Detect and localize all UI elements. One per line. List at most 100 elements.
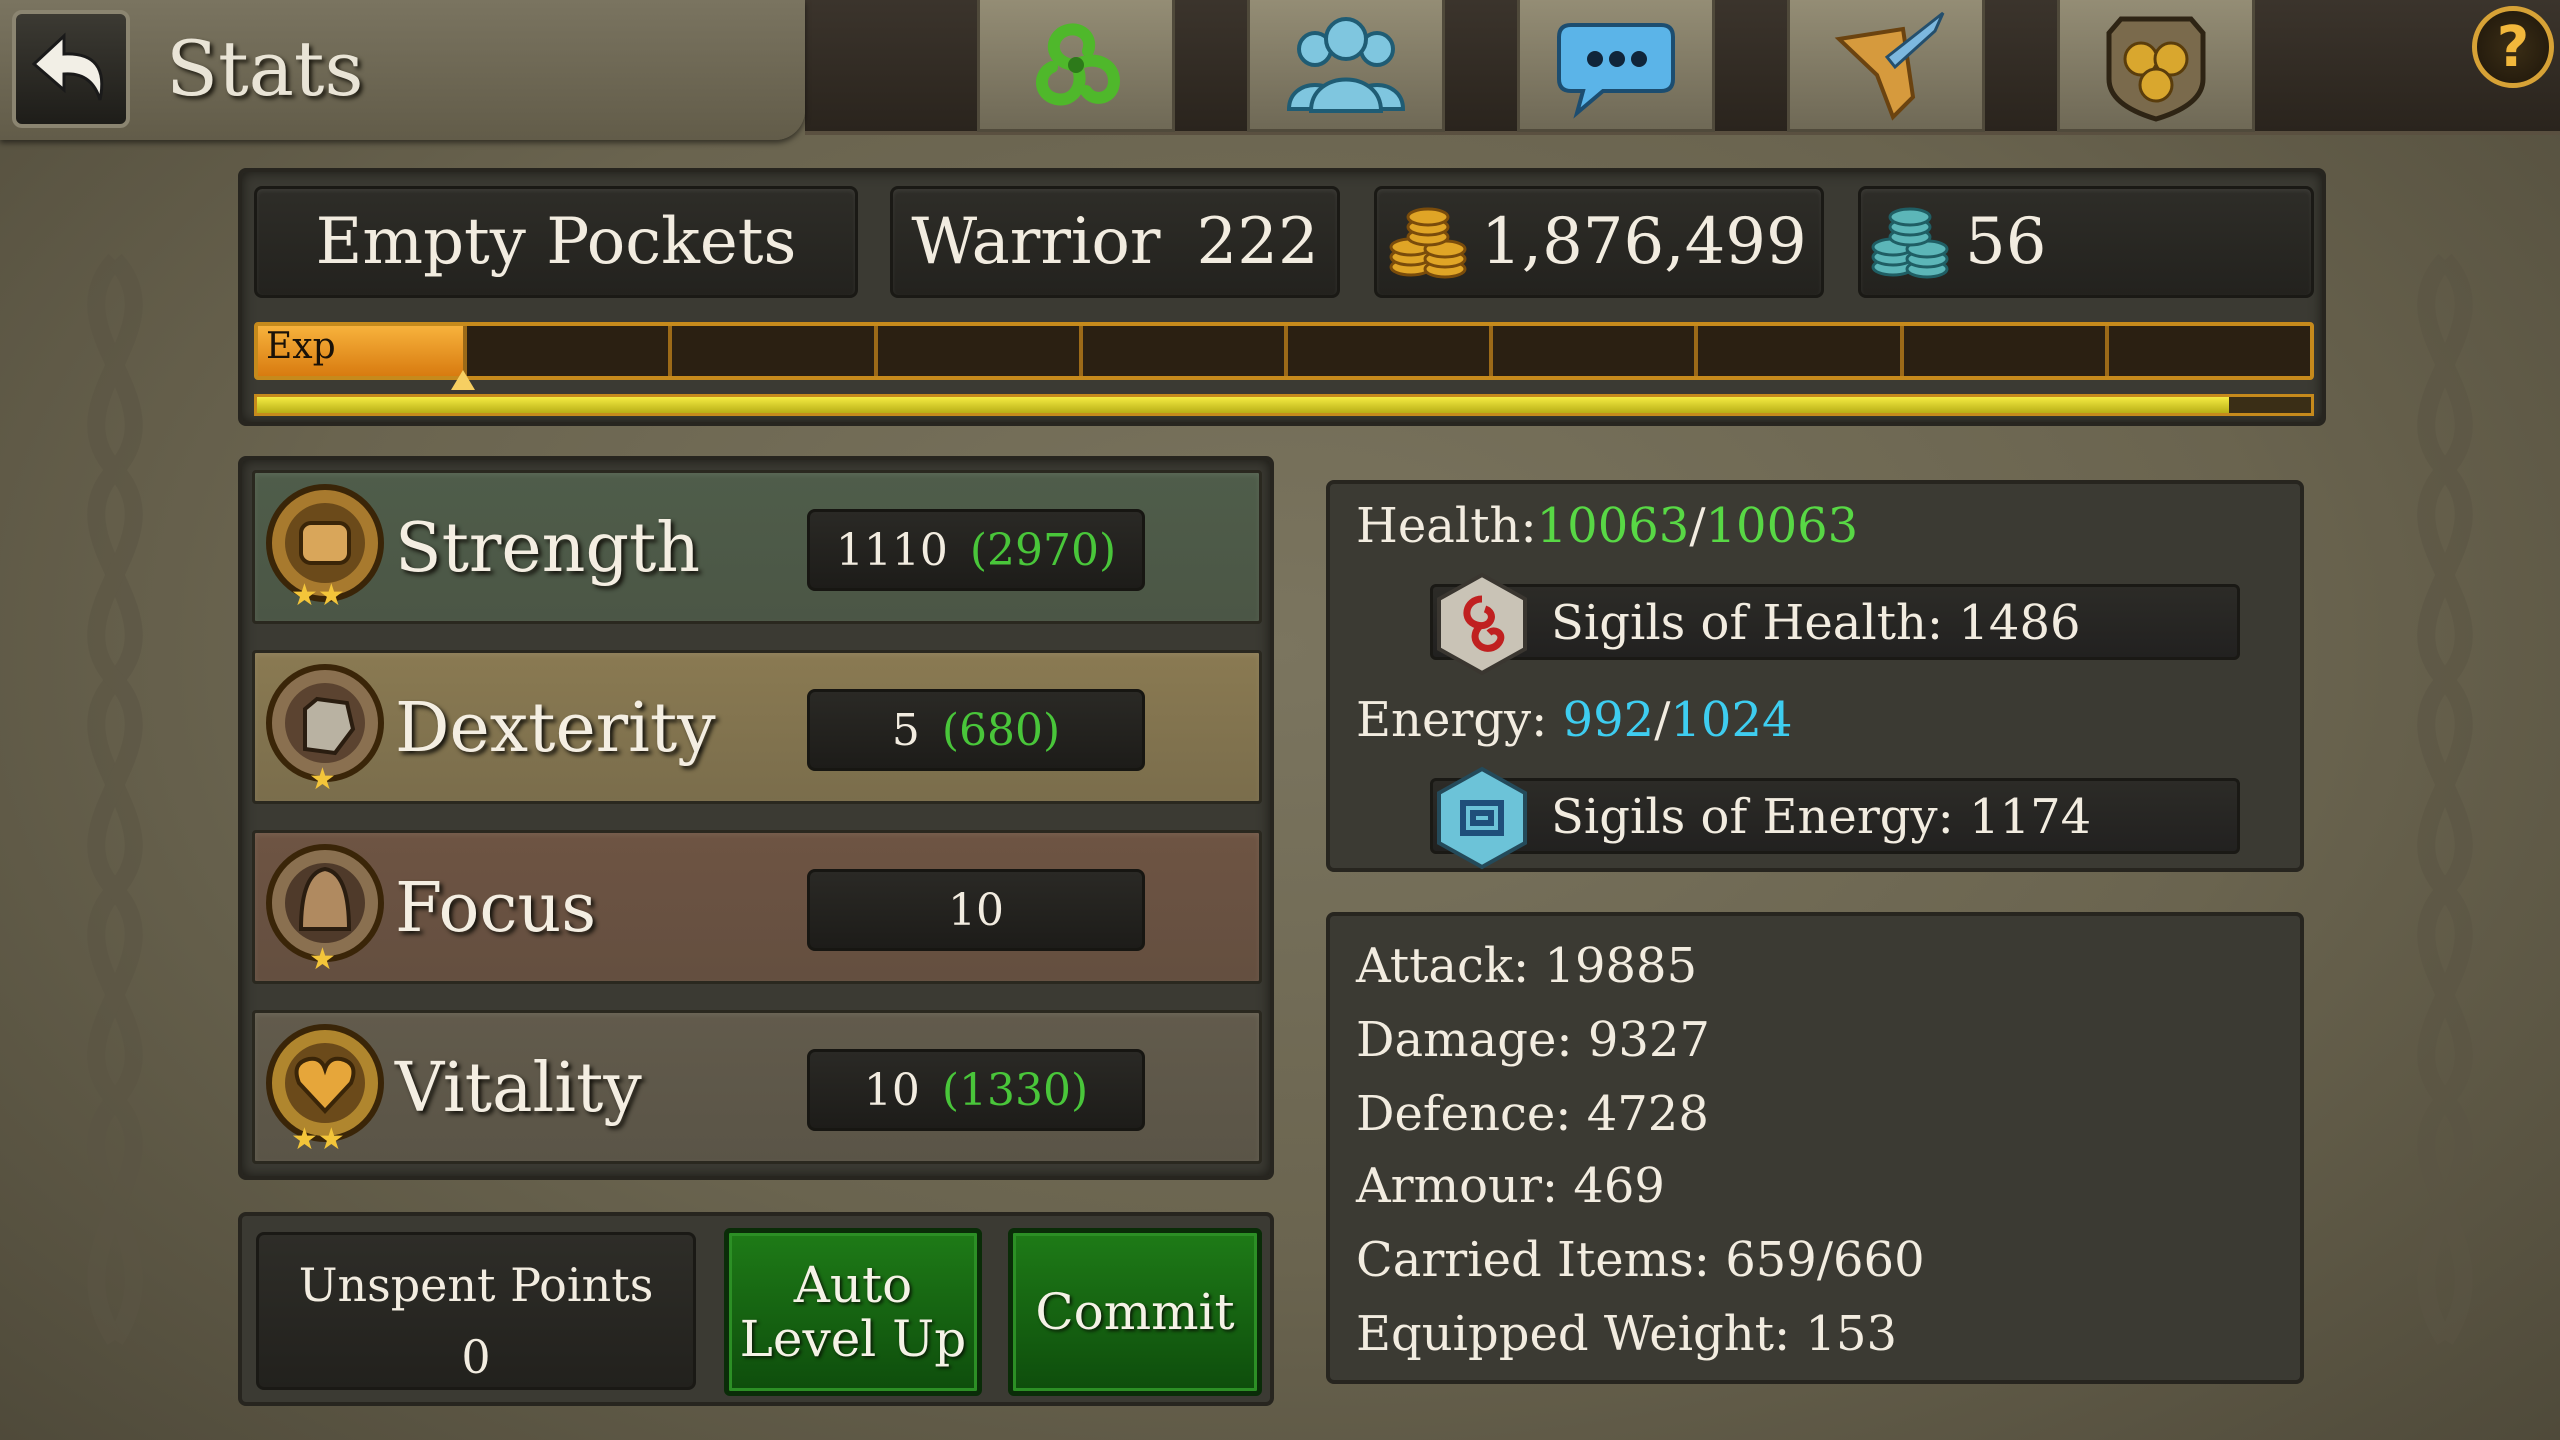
defence-label: Defence: xyxy=(1356,1086,1572,1142)
gold-amount: 1,876,499 xyxy=(1481,205,1807,279)
strength-fist-icon: ★★ xyxy=(266,484,384,613)
character-name: Empty Pockets xyxy=(315,205,797,279)
attack-line: Attack: 19885 xyxy=(1356,938,1697,994)
health-separator: / xyxy=(1689,498,1706,554)
unspent-points-box: Unspent Points 0 xyxy=(256,1232,696,1390)
dexterity-gauntlet-icon: ★ xyxy=(266,664,384,797)
sigils-of-energy-value: 1174 xyxy=(1969,789,2092,845)
svg-text:★★: ★★ xyxy=(291,578,345,613)
stat-value-focus: 10 xyxy=(807,869,1145,951)
triskelion-icon xyxy=(1036,22,1121,105)
chat-icon xyxy=(1557,22,1675,119)
armour-line: Armour: 469 xyxy=(1356,1158,1665,1214)
stat-value-vitality: 10 (1330) xyxy=(807,1049,1145,1131)
sigils-of-health-label: Sigils of Health: xyxy=(1551,595,1944,651)
damage-line: Damage: 9327 xyxy=(1356,1012,1710,1068)
energy-label: Energy: xyxy=(1356,692,1548,748)
stat-name-dexterity: Dexterity xyxy=(395,689,716,768)
stat-name-vitality: Vitality xyxy=(395,1049,642,1128)
stat-base-strength: 1110 xyxy=(835,524,948,576)
exp-segment-divider xyxy=(2104,326,2109,376)
equipped-weight-label: Equipped Weight: xyxy=(1356,1306,1791,1362)
character-name-box: Empty Pockets xyxy=(254,186,858,298)
armour-value: 469 xyxy=(1573,1158,1665,1214)
vitals-panel: Health:10063/10063 Sigils of Health: 148… xyxy=(1326,480,2304,872)
energy-max: 1024 xyxy=(1670,692,1793,748)
stat-row-strength[interactable]: ★★ Strength 1110 (2970) xyxy=(252,470,1262,624)
stat-value-dexterity: 5 (680) xyxy=(807,689,1145,771)
attack-label: Attack: xyxy=(1356,938,1530,994)
equipped-weight-value: 153 xyxy=(1805,1306,1898,1362)
svg-text:★: ★ xyxy=(309,942,336,977)
back-button[interactable] xyxy=(12,10,130,128)
nav-tab-quests[interactable] xyxy=(1787,0,1985,132)
exp-overall-bar xyxy=(254,394,2314,416)
unspent-points-label: Unspent Points xyxy=(298,1258,654,1312)
exp-segment-divider xyxy=(1078,326,1083,376)
focus-helmet-icon: ★ xyxy=(266,844,384,977)
stat-bonus-dexterity: (680) xyxy=(941,704,1061,756)
sigils-of-energy-text: Sigils of Energy: 1174 xyxy=(1551,789,2091,845)
celtic-knot-decoration-right xyxy=(2417,253,2473,1345)
sigils-of-health-value: 1486 xyxy=(1958,595,2081,651)
quest-scroll-icon xyxy=(1834,11,1945,121)
gold-coins-icon xyxy=(1389,207,1467,279)
energy-sigil-icon xyxy=(1437,766,1527,870)
help-button[interactable]: ? xyxy=(2472,6,2554,88)
health-max: 10063 xyxy=(1705,498,1859,554)
title-plate: Stats xyxy=(0,0,805,140)
armour-label: Armour: xyxy=(1356,1158,1559,1214)
exp-segment-divider xyxy=(463,326,468,376)
unspent-points-value: 0 xyxy=(461,1330,491,1384)
help-question-icon: ? xyxy=(2496,14,2530,80)
stat-row-dexterity[interactable]: ★ Dexterity 5 (680) xyxy=(252,650,1262,804)
equipped-weight-line: Equipped Weight: 153 xyxy=(1356,1306,1897,1362)
defence-value: 4728 xyxy=(1586,1086,1709,1142)
exp-overall-fill xyxy=(257,397,2229,413)
stat-row-focus[interactable]: ★ Focus 10 xyxy=(252,830,1262,984)
attack-value: 19885 xyxy=(1544,938,1698,994)
sigils-of-energy-box[interactable]: Sigils of Energy: 1174 xyxy=(1430,766,2240,870)
nav-tab-party[interactable] xyxy=(1247,0,1445,132)
health-label: Health: xyxy=(1356,498,1537,554)
exp-segment-divider xyxy=(873,326,878,376)
exp-segment-divider xyxy=(668,326,673,376)
sigils-of-health-box[interactable]: Sigils of Health: 1486 xyxy=(1430,572,2240,676)
page-title: Stats xyxy=(166,24,364,113)
stat-base-dexterity: 5 xyxy=(891,704,920,756)
defence-line: Defence: 4728 xyxy=(1356,1086,1709,1142)
exp-segment-bar: Exp xyxy=(254,322,2314,390)
celtic-knot-decoration-left xyxy=(87,253,143,1345)
commit-button[interactable]: Commit xyxy=(1008,1228,1262,1396)
nav-tab-skills[interactable] xyxy=(977,0,1175,132)
svg-text:★: ★ xyxy=(309,762,336,797)
health-sigil-icon xyxy=(1437,572,1527,676)
vitality-heart-icon: ★★ xyxy=(266,1024,384,1157)
damage-label: Damage: xyxy=(1356,1012,1573,1068)
energy-separator: / xyxy=(1654,692,1671,748)
exp-segment-divider xyxy=(1284,326,1288,376)
guild-shield-icon xyxy=(2106,16,2206,122)
character-class: Warrior xyxy=(911,205,1161,279)
health-line: Health:10063/10063 xyxy=(1356,498,1858,554)
exp-label: Exp xyxy=(266,326,336,367)
carried-items-line: Carried Items: 659/660 xyxy=(1356,1232,1925,1288)
auto-level-up-button[interactable]: Auto Level Up xyxy=(724,1228,982,1396)
stat-bonus-strength: (2970) xyxy=(969,524,1117,576)
stat-name-strength: Strength xyxy=(395,509,701,588)
back-arrow-icon xyxy=(31,32,104,101)
svg-text:★★: ★★ xyxy=(291,1122,345,1157)
gold-box: 1,876,499 xyxy=(1374,186,1824,298)
auto-level-up-label-line1: Auto xyxy=(793,1256,913,1314)
platinum-coins-icon xyxy=(1871,207,1949,279)
nav-tab-guild[interactable] xyxy=(2057,0,2255,132)
nav-tab-chat[interactable] xyxy=(1517,0,1715,132)
health-current: 10063 xyxy=(1536,498,1690,554)
stat-name-focus: Focus xyxy=(395,869,597,948)
auto-level-up-label-line2: Level Up xyxy=(739,1310,967,1368)
commit-label: Commit xyxy=(1035,1283,1235,1341)
sigils-of-energy-label: Sigils of Energy: xyxy=(1551,789,1954,845)
platinum-amount: 56 xyxy=(1965,205,2047,279)
stat-row-vitality[interactable]: ★★ Vitality 10 (1330) xyxy=(252,1010,1262,1164)
class-level-box: Warrior 222 xyxy=(890,186,1340,298)
